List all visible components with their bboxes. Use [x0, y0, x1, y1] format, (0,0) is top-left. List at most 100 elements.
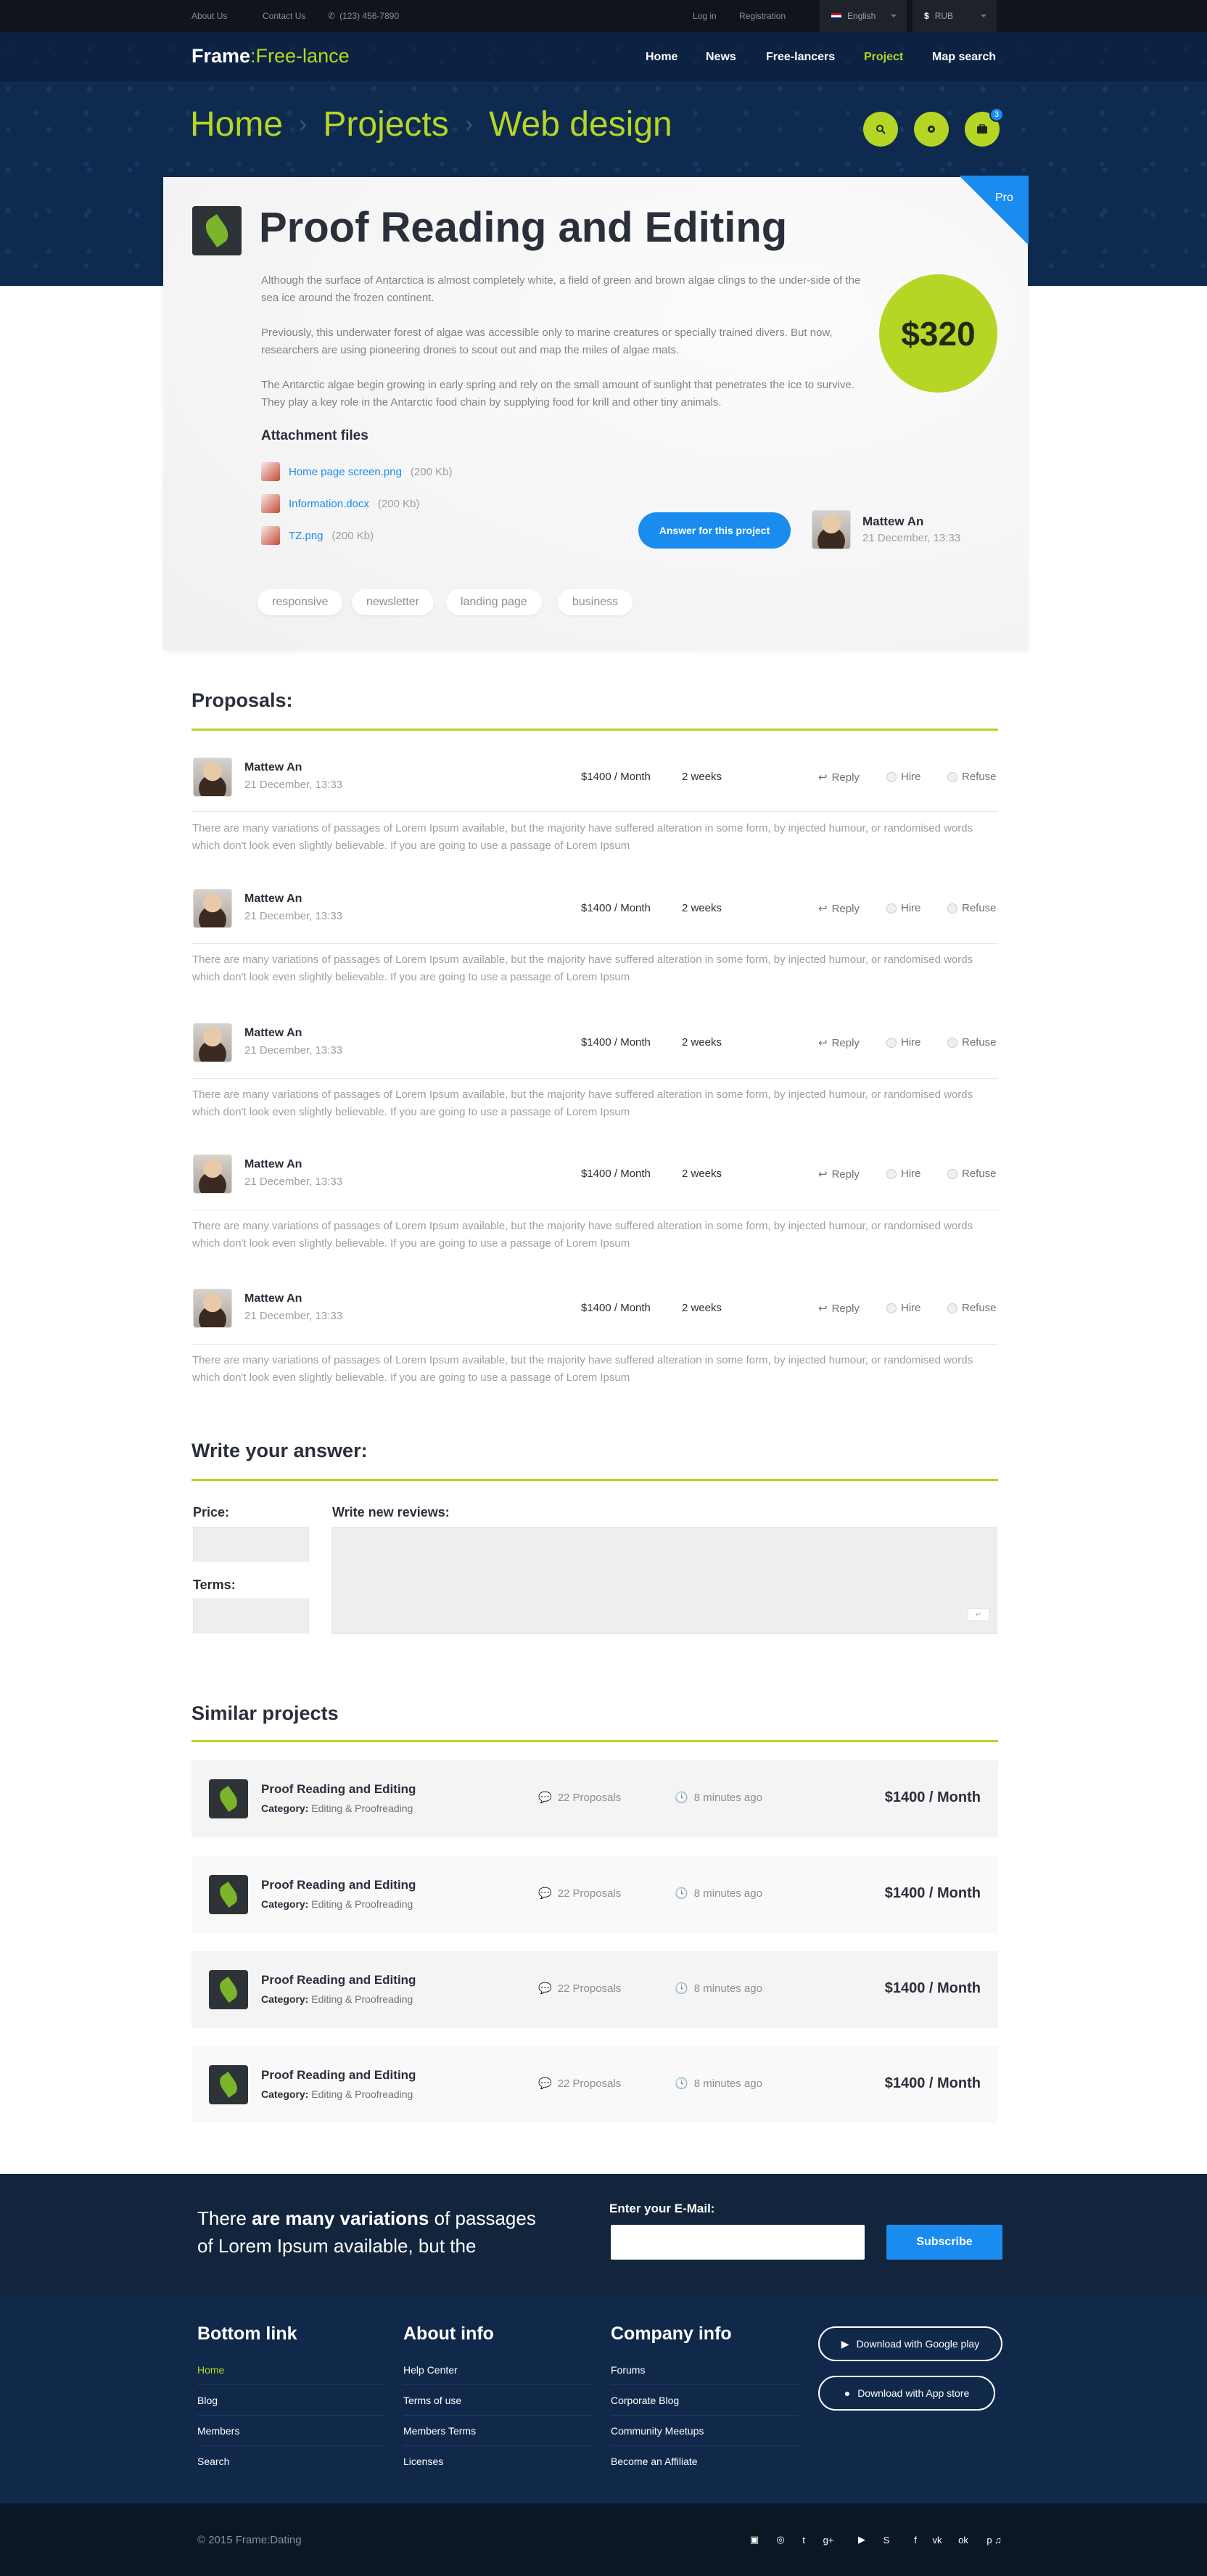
footer-link-community[interactable]: Community Meetups: [611, 2425, 799, 2446]
messages-button[interactable]: 3: [965, 107, 1004, 147]
facebook-icon[interactable]: f: [910, 2534, 921, 2546]
price-input[interactable]: [193, 1527, 309, 1562]
hire-button[interactable]: Hire: [886, 1168, 921, 1180]
youtube-icon[interactable]: ▶: [856, 2534, 868, 2546]
hire-button[interactable]: Hire: [886, 1302, 921, 1314]
proposal-avatar[interactable]: [193, 889, 232, 928]
proposal-name[interactable]: Mattew An: [244, 1027, 302, 1040]
proposal-name[interactable]: Mattew An: [244, 1158, 302, 1171]
contact-link[interactable]: Contact Us: [263, 11, 305, 21]
currency-select[interactable]: $ RUB: [913, 0, 997, 32]
nav-project[interactable]: Project: [864, 51, 903, 64]
footer-link-home[interactable]: Home: [197, 2364, 386, 2385]
hire-button[interactable]: Hire: [886, 902, 921, 914]
reply-button[interactable]: ↩ Reply: [818, 1302, 860, 1316]
attachment-name[interactable]: Home page screen.png: [289, 466, 402, 478]
similar-project-row[interactable]: Proof Reading and Editing Category: Edit…: [191, 1951, 998, 2028]
instagram-icon[interactable]: ▣: [749, 2534, 760, 2546]
proposal-name[interactable]: Mattew An: [244, 893, 302, 906]
site-logo[interactable]: Frame:Free-lance: [191, 45, 350, 67]
about-link[interactable]: About Us: [191, 11, 227, 21]
reply-button[interactable]: ↩ Reply: [818, 1168, 860, 1181]
lastfm-icon[interactable]: ♫: [992, 2534, 1004, 2546]
breadcrumb-projects[interactable]: Projects: [323, 104, 448, 144]
refuse-button[interactable]: Refuse: [947, 771, 997, 783]
terms-input[interactable]: [193, 1599, 309, 1633]
answer-project-button[interactable]: Answer for this project: [638, 512, 791, 549]
similar-project-title[interactable]: Proof Reading and Editing: [261, 1973, 416, 1988]
footer-link-corporate-blog[interactable]: Corporate Blog: [611, 2395, 799, 2416]
refuse-button[interactable]: Refuse: [947, 1036, 997, 1049]
tag-newsletter[interactable]: newsletter: [352, 589, 434, 615]
similar-project-row[interactable]: Proof Reading and Editing Category: Edit…: [191, 1856, 998, 1933]
dribbble-icon[interactable]: ◎: [775, 2534, 786, 2546]
similar-project-row[interactable]: Proof Reading and Editing Category: Edit…: [191, 2046, 998, 2123]
posted-time-value: 8 minutes ago: [693, 2077, 762, 2090]
hire-button[interactable]: Hire: [886, 771, 921, 783]
leaf-icon: [216, 2071, 241, 2099]
reply-button[interactable]: ↩ Reply: [818, 1036, 860, 1050]
odnoklassniki-icon[interactable]: ok: [957, 2534, 969, 2546]
refuse-button[interactable]: Refuse: [947, 902, 997, 914]
email-input[interactable]: [611, 2225, 865, 2260]
attachment-item[interactable]: Information.docx (200 Kb): [261, 494, 419, 513]
attachment-name[interactable]: TZ.png: [289, 530, 324, 542]
search-button[interactable]: [863, 112, 898, 147]
app-store-button[interactable]: ● Download with App store: [818, 2376, 995, 2411]
resize-handle-icon[interactable]: ↵: [968, 1608, 989, 1621]
registration-link[interactable]: Registration: [739, 11, 786, 21]
footer-link-search[interactable]: Search: [197, 2456, 386, 2476]
footer-link-licenses[interactable]: Licenses: [403, 2456, 592, 2476]
project-title: Proof Reading and Editing: [259, 204, 788, 251]
footer-link-blog[interactable]: Blog: [197, 2395, 386, 2416]
proposals-count-value: 22 Proposals: [557, 2077, 622, 2090]
attachment-name[interactable]: Information.docx: [289, 498, 369, 510]
nav-freelancers[interactable]: Free-lancers: [766, 51, 835, 64]
footer-link-terms[interactable]: Terms of use: [403, 2395, 592, 2416]
attachment-item[interactable]: Home page screen.png (200 Kb): [261, 462, 452, 481]
skype-icon[interactable]: S: [881, 2534, 892, 2546]
similar-project-title[interactable]: Proof Reading and Editing: [261, 1878, 416, 1892]
nav-home[interactable]: Home: [646, 51, 677, 64]
author-name[interactable]: Mattew An: [862, 514, 923, 529]
proposal-avatar[interactable]: [193, 758, 232, 797]
vk-icon[interactable]: vk: [931, 2534, 943, 2546]
attachment-item[interactable]: TZ.png (200 Kb): [261, 526, 374, 545]
reply-button[interactable]: ↩ Reply: [818, 771, 860, 784]
proposal-avatar[interactable]: [193, 1154, 232, 1194]
similar-project-title[interactable]: Proof Reading and Editing: [261, 1782, 416, 1797]
google-play-button[interactable]: ▶ Download with Google play: [818, 2326, 1002, 2361]
footer-link-members-terms[interactable]: Members Terms: [403, 2425, 592, 2446]
review-textarea[interactable]: [331, 1527, 997, 1634]
footer-link-members[interactable]: Members: [197, 2425, 386, 2446]
google-plus-icon[interactable]: g+: [823, 2534, 834, 2546]
tag-business[interactable]: business: [558, 589, 633, 615]
reply-button[interactable]: ↩ Reply: [818, 902, 860, 916]
author-avatar[interactable]: [812, 510, 851, 549]
hire-button[interactable]: Hire: [886, 1036, 921, 1049]
tumblr-icon[interactable]: t: [798, 2534, 810, 2546]
breadcrumb-home[interactable]: Home: [190, 104, 283, 144]
tag-responsive[interactable]: responsive: [258, 589, 343, 615]
refuse-label: Refuse: [962, 1302, 997, 1314]
refuse-button[interactable]: Refuse: [947, 1302, 997, 1314]
refuse-button[interactable]: Refuse: [947, 1168, 997, 1180]
proposal-avatar[interactable]: [193, 1289, 232, 1328]
nav-news[interactable]: News: [706, 51, 736, 64]
proposal-name[interactable]: Mattew An: [244, 1292, 302, 1305]
newsletter-text-bold: are many variations: [252, 2207, 429, 2229]
tag-landing-page[interactable]: landing page: [446, 589, 542, 615]
language-select[interactable]: English: [820, 0, 907, 32]
similar-project-title[interactable]: Proof Reading and Editing: [261, 2068, 416, 2083]
similar-project-row[interactable]: Proof Reading and Editing Category: Edit…: [191, 1760, 998, 1837]
login-link[interactable]: Log in: [693, 11, 717, 21]
footer-link-affiliate[interactable]: Become an Affiliate: [611, 2456, 799, 2476]
settings-button[interactable]: [914, 112, 949, 147]
section-divider: [191, 1740, 998, 1742]
nav-map-search[interactable]: Map search: [932, 51, 996, 64]
footer-link-forums[interactable]: Forums: [611, 2364, 799, 2385]
footer-link-help-center[interactable]: Help Center: [403, 2364, 592, 2385]
proposal-name[interactable]: Mattew An: [244, 761, 302, 774]
proposal-avatar[interactable]: [193, 1023, 232, 1062]
subscribe-button[interactable]: Subscribe: [886, 2225, 1002, 2260]
